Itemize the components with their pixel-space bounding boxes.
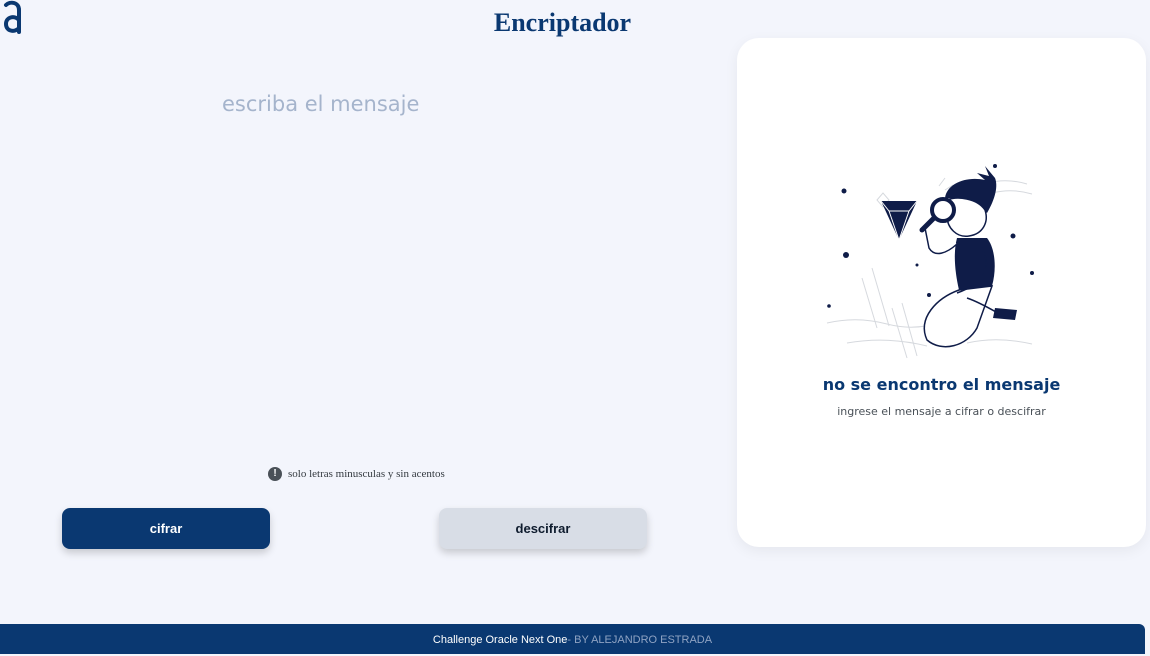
message-input[interactable]	[200, 92, 680, 432]
exclamation-circle-icon: !	[268, 467, 282, 481]
hint-text: solo letras minusculas y sin acentos	[288, 468, 445, 480]
page-title: Encriptador	[493, 8, 632, 37]
footer-author-text: - BY ALEJANDRO ESTRADA	[567, 634, 713, 646]
footer-main-text: Challenge Oracle Next One	[432, 634, 568, 646]
result-panel: no se encontro el mensaje ingrese el men…	[737, 38, 1146, 547]
encrypt-button[interactable]: cifrar	[62, 508, 270, 549]
input-hint: ! solo letras minusculas y sin acentos	[268, 466, 445, 482]
empty-state-subtitle: ingrese el mensaje a cifrar o descifrar	[837, 405, 1046, 418]
person-with-magnifying-glass-illustration	[826, 164, 1034, 359]
decrypt-button[interactable]: descifrar	[439, 508, 647, 549]
empty-state-title: no se encontro el mensaje	[822, 375, 1061, 394]
